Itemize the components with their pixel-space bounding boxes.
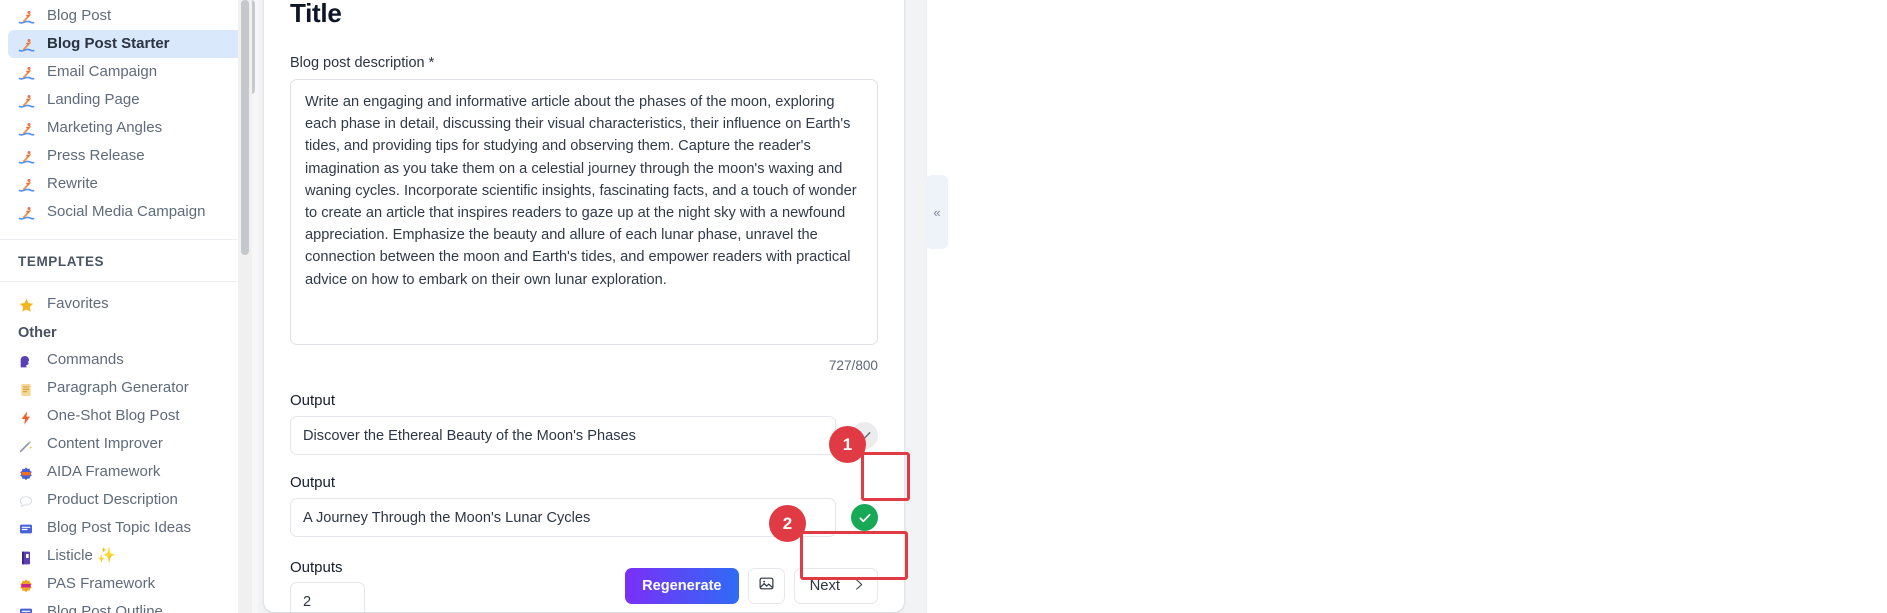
sidebar-item-social-media-campaign[interactable]: Social Media Campaign <box>8 198 250 226</box>
sidebar-item-rewrite[interactable]: Rewrite <box>8 170 250 198</box>
regenerate-button[interactable]: Regenerate <box>625 568 739 604</box>
sidebar-template-commands[interactable]: Commands <box>8 346 250 374</box>
surfer-icon <box>18 36 35 53</box>
output-1-label: Output <box>290 392 336 409</box>
app-root: Blog Post Blog Post Starter Email Campaign… <box>0 0 1887 613</box>
sidebar-item-blog-post-starter[interactable]: Blog Post Starter <box>8 30 250 58</box>
description-label: Blog post description * <box>290 55 435 71</box>
sidebar-item-label: Press Release <box>47 147 145 164</box>
blog-post-description-textarea[interactable]: Write an engaging and informative articl… <box>290 79 878 345</box>
sidebar-item-label: Landing Page <box>47 91 140 108</box>
sidebar-item-label: Marketing Angles <box>47 119 163 136</box>
annotation-box-2 <box>800 531 908 580</box>
sidebar-template-list: Commands Paragraph Generator One-Shot Blog… <box>0 346 258 613</box>
sidebar-item-label: AIDA Framework <box>47 463 161 480</box>
sidebar-item-label: Commands <box>47 351 124 368</box>
main-scrollbar-track[interactable] <box>238 0 252 613</box>
speech-bubble-icon <box>18 492 35 509</box>
sidebar-item-press-release[interactable]: Press Release <box>8 142 250 170</box>
outputs-count-input[interactable] <box>290 582 365 612</box>
surfer-icon <box>18 64 35 81</box>
sidebar-item-label: Listicle ✨ <box>47 547 116 564</box>
sidebar-template-listicle[interactable]: Listicle ✨ <box>8 542 250 570</box>
panel-collapse-handle[interactable]: « <box>926 175 948 249</box>
sidebar-section-title-templates: TEMPLATES <box>18 254 105 269</box>
right-panel-divider <box>926 0 927 613</box>
sidebar-item-label: PAS Framework <box>47 575 156 592</box>
sidebar-item-label: Product Description <box>47 491 178 508</box>
sidebar-template-paragraph-generator[interactable]: Paragraph Generator <box>8 374 250 402</box>
right-panel: « <box>926 0 1887 613</box>
magic-wand-icon <box>18 436 35 453</box>
annotation-marker-2: 2 <box>769 505 806 542</box>
star-icon <box>18 296 35 313</box>
character-counter: 727/800 <box>828 358 878 373</box>
surfer-icon <box>18 92 35 109</box>
output-2-label: Output <box>290 474 336 491</box>
comment-lines-icon <box>18 604 35 613</box>
annotation-box-1 <box>861 452 910 501</box>
page-title: Title <box>290 0 342 28</box>
lightning-bolt-icon <box>18 408 35 425</box>
next-button-label: Next <box>809 578 840 594</box>
image-button[interactable] <box>747 568 785 604</box>
image-icon <box>758 575 775 597</box>
sidebar-item-label: One-Shot Blog Post <box>47 407 180 424</box>
output-2-input[interactable] <box>290 498 836 537</box>
sidebar-template-pas-framework[interactable]: PAS Framework <box>8 570 250 598</box>
sidebar-template-blog-post-topic-ideas[interactable]: Blog Post Topic Ideas <box>8 514 250 542</box>
notebook-icon <box>18 548 35 565</box>
sidebar-template-blog-post-outline[interactable]: Blog Post Outline <box>8 598 250 613</box>
sidebar-item-marketing-angles[interactable]: Marketing Angles <box>8 114 250 142</box>
sidebar-item-label: Favorites <box>47 295 109 312</box>
form-card: Title Blog post description * Write an e… <box>264 0 904 612</box>
sidebar-item-label: Blog Post Outline <box>47 603 163 613</box>
sidebar-template-product-description[interactable]: Product Description <box>8 486 250 514</box>
output-1-row <box>290 416 878 455</box>
head-profile-icon <box>18 352 35 369</box>
sidebar-nav-list: Blog Post Blog Post Starter Email Campaign… <box>0 2 258 226</box>
sidebar-item-label: Blog Post Starter <box>47 35 170 52</box>
sidebar-item-label: Email Campaign <box>47 63 158 80</box>
sidebar-template-aida-framework[interactable]: AIDA Framework <box>8 458 250 486</box>
surfer-icon <box>18 120 35 137</box>
sidebar-item-landing-page[interactable]: Landing Page <box>8 86 250 114</box>
aida-badge-icon <box>18 464 35 481</box>
sidebar-item-favorites[interactable]: Favorites <box>8 290 250 318</box>
actions-row: Regenerate Next <box>290 568 878 612</box>
sidebar-item-email-campaign[interactable]: Email Campaign <box>8 58 250 86</box>
sidebar-item-label: Paragraph Generator <box>47 379 189 396</box>
sidebar-item-label: Content Improver <box>47 435 163 452</box>
sidebar-item-label: Blog Post Topic Ideas <box>47 519 191 536</box>
surfer-icon <box>18 204 35 221</box>
sidebar-subsection-other: Other <box>18 325 57 341</box>
annotation-marker-1: 1 <box>829 426 866 463</box>
comment-lines-icon <box>18 520 35 537</box>
surfer-icon <box>18 148 35 165</box>
sidebar-template-one-shot-blog-post[interactable]: One-Shot Blog Post <box>8 402 250 430</box>
sidebar-template-content-improver[interactable]: Content Improver <box>8 430 250 458</box>
main-content-area: Title Blog post description * Write an e… <box>238 0 926 613</box>
output-2-status-check[interactable] <box>851 504 878 531</box>
sidebar: Blog Post Blog Post Starter Email Campaign… <box>0 0 258 613</box>
notes-icon <box>18 380 35 397</box>
output-1-input[interactable] <box>290 416 836 455</box>
sidebar-divider-2 <box>0 281 258 282</box>
double-chevron-left-icon: « <box>933 204 941 220</box>
sidebar-item-label: Rewrite <box>47 175 98 192</box>
surfer-icon <box>18 176 35 193</box>
sidebar-item-label: Social Media Campaign <box>47 203 206 220</box>
sidebar-item-label: Blog Post <box>47 7 112 24</box>
sidebar-item-blog-post[interactable]: Blog Post <box>8 2 250 30</box>
surfer-icon <box>18 8 35 25</box>
main-scrollbar-thumb[interactable] <box>241 0 249 255</box>
pas-badge-icon <box>18 576 35 593</box>
